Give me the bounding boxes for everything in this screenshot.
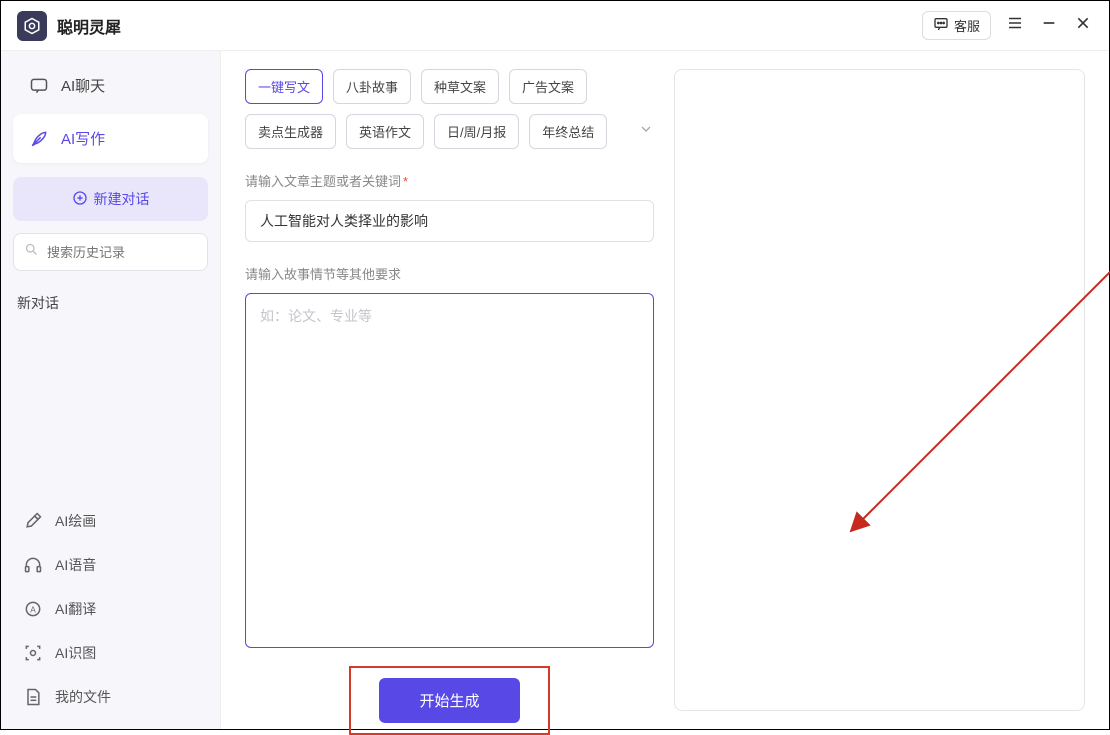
chat-bubble-icon bbox=[933, 16, 949, 35]
file-icon bbox=[23, 687, 43, 707]
app-title: 聪明灵犀 bbox=[57, 14, 121, 38]
sidebar-item-label: AI语音 bbox=[55, 555, 96, 575]
support-button[interactable]: 客服 bbox=[922, 11, 991, 40]
detail-label: 请输入故事情节等其他要求 bbox=[245, 264, 654, 283]
output-panel bbox=[674, 69, 1085, 711]
search-box[interactable] bbox=[13, 233, 208, 271]
history-item[interactable]: 新对话 bbox=[13, 283, 208, 323]
chat-icon bbox=[29, 76, 49, 96]
brush-icon bbox=[23, 511, 43, 531]
tag-row: 一键写文 八卦故事 种草文案 广告文案 卖点生成器 英语作文 日/周/月报 年终… bbox=[245, 69, 654, 149]
sidebar-item-chat[interactable]: AI聊天 bbox=[13, 61, 208, 110]
window-controls bbox=[1005, 14, 1093, 38]
titlebar-left: 聪明灵犀 bbox=[17, 11, 121, 41]
topic-input[interactable] bbox=[245, 200, 654, 242]
minimize-icon[interactable] bbox=[1039, 14, 1059, 37]
generate-button[interactable]: 开始生成 bbox=[379, 678, 519, 723]
sidebar: AI聊天 AI写作 新建对话 新对话 bbox=[1, 51, 221, 729]
search-icon bbox=[24, 242, 39, 262]
generate-highlight-box: 开始生成 bbox=[349, 666, 549, 735]
menu-icon[interactable] bbox=[1005, 14, 1025, 38]
new-chat-button[interactable]: 新建对话 bbox=[13, 177, 208, 221]
support-label: 客服 bbox=[954, 16, 980, 35]
tag-english-essay[interactable]: 英语作文 bbox=[346, 114, 424, 149]
tag-selling-points[interactable]: 卖点生成器 bbox=[245, 114, 336, 149]
titlebar-right: 客服 bbox=[922, 11, 1093, 40]
sidebar-item-files[interactable]: 我的文件 bbox=[13, 675, 208, 719]
sidebar-item-label: AI聊天 bbox=[61, 75, 105, 96]
body: AI聊天 AI写作 新建对话 新对话 bbox=[1, 51, 1109, 729]
sidebar-item-ocr[interactable]: AI识图 bbox=[13, 631, 208, 675]
tag-one-click-write[interactable]: 一键写文 bbox=[245, 69, 323, 104]
sidebar-item-label: AI识图 bbox=[55, 643, 96, 663]
app-logo-icon bbox=[17, 11, 47, 41]
form-column: 一键写文 八卦故事 种草文案 广告文案 卖点生成器 英语作文 日/周/月报 年终… bbox=[245, 69, 654, 711]
svg-text:A: A bbox=[30, 604, 36, 614]
detail-textarea[interactable] bbox=[245, 293, 654, 648]
sidebar-item-draw[interactable]: AI绘画 bbox=[13, 499, 208, 543]
search-input[interactable] bbox=[47, 245, 197, 260]
close-icon[interactable] bbox=[1073, 14, 1093, 37]
sidebar-item-translate[interactable]: A AI翻译 bbox=[13, 587, 208, 631]
tag-seed-copy[interactable]: 种草文案 bbox=[421, 69, 499, 104]
main-content: 一键写文 八卦故事 种草文案 广告文案 卖点生成器 英语作文 日/周/月报 年终… bbox=[221, 51, 1109, 729]
sidebar-item-label: AI翻译 bbox=[55, 599, 96, 619]
history-list: 新对话 bbox=[13, 283, 208, 323]
translate-icon: A bbox=[23, 599, 43, 619]
sidebar-item-label: AI绘画 bbox=[55, 511, 96, 531]
tag-report[interactable]: 日/周/月报 bbox=[434, 114, 519, 149]
new-chat-label: 新建对话 bbox=[94, 189, 150, 209]
sidebar-item-label: 我的文件 bbox=[55, 687, 111, 707]
tag-ad-copy[interactable]: 广告文案 bbox=[509, 69, 587, 104]
tag-year-summary[interactable]: 年终总结 bbox=[529, 114, 607, 149]
feather-icon bbox=[29, 129, 49, 149]
titlebar: 聪明灵犀 客服 bbox=[1, 1, 1109, 51]
topic-label: 请输入文章主题或者关键词* bbox=[245, 171, 654, 190]
chevron-down-icon[interactable] bbox=[638, 121, 654, 142]
sidebar-item-write[interactable]: AI写作 bbox=[13, 114, 208, 163]
sidebar-item-voice[interactable]: AI语音 bbox=[13, 543, 208, 587]
plus-circle-icon bbox=[72, 190, 88, 209]
image-scan-icon bbox=[23, 643, 43, 663]
headphone-icon bbox=[23, 555, 43, 575]
tag-gossip-story[interactable]: 八卦故事 bbox=[333, 69, 411, 104]
sidebar-item-label: AI写作 bbox=[61, 128, 105, 149]
